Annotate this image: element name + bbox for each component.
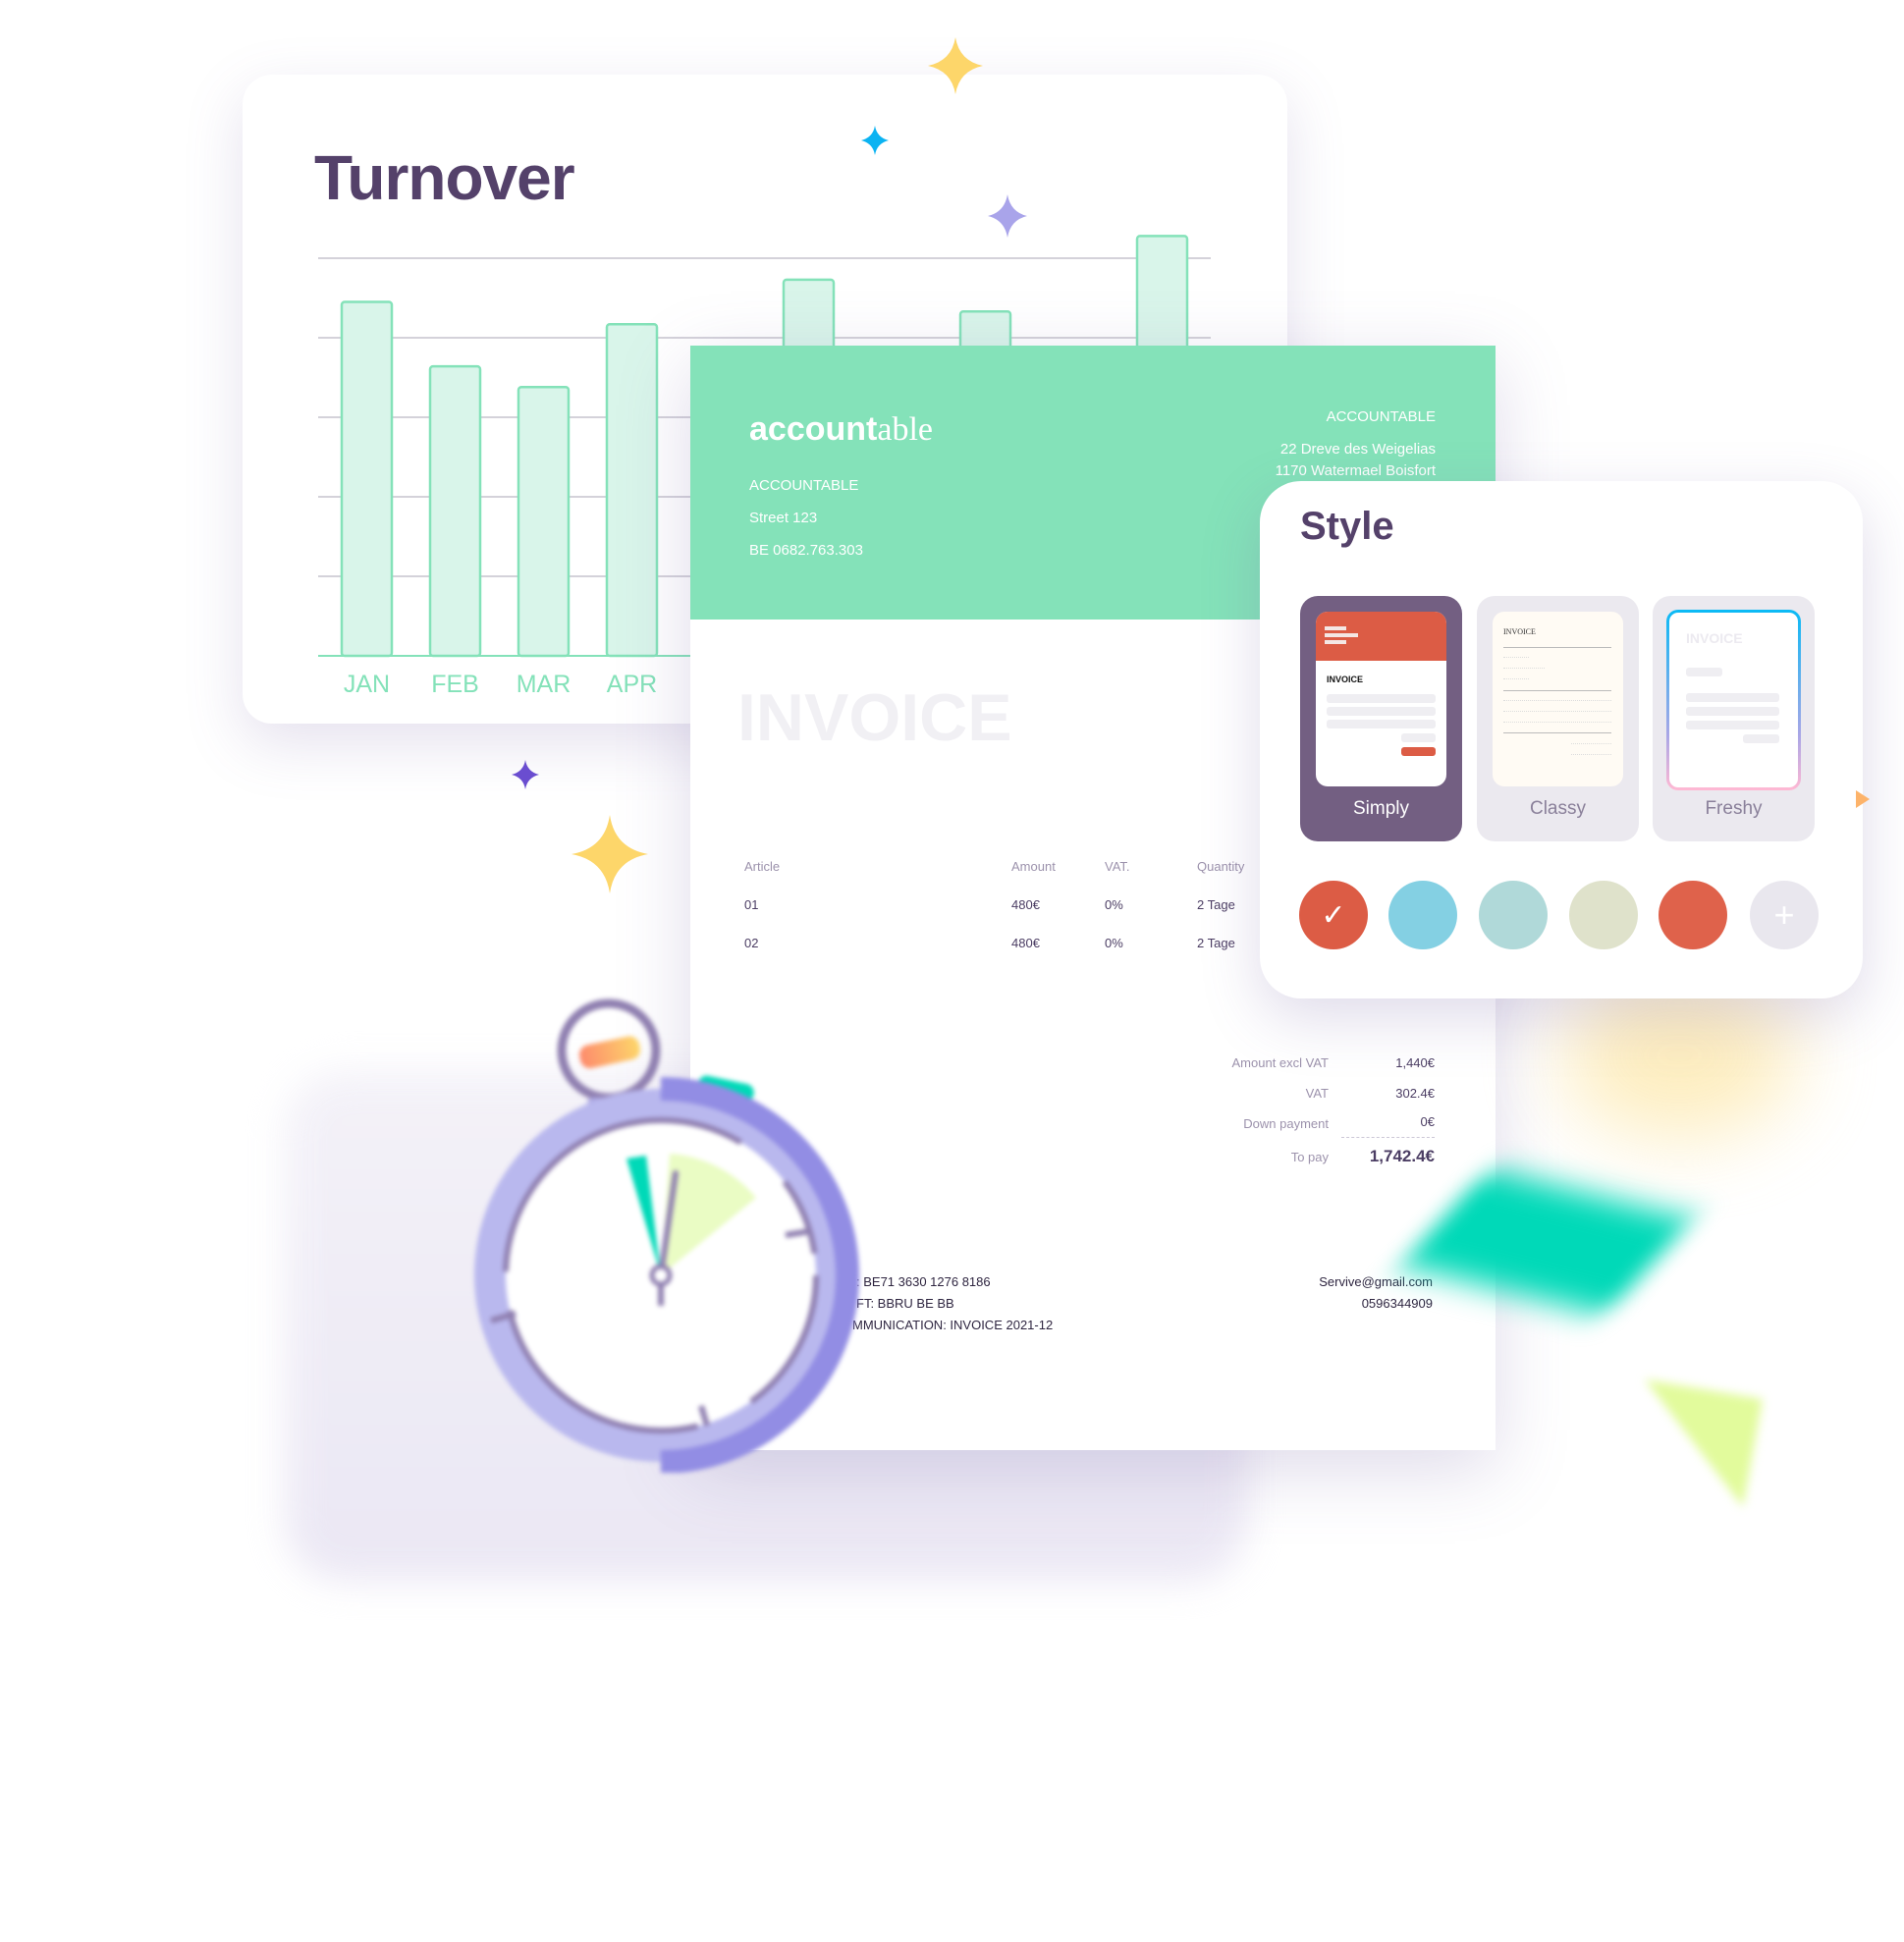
accountable-logo: accountable	[749, 410, 933, 448]
total-label: To pay	[1290, 1150, 1329, 1164]
total-value: 302.4€	[1395, 1086, 1435, 1101]
preview-title: INVOICE	[1327, 674, 1364, 684]
style-option-label: Freshy	[1705, 798, 1763, 819]
cell-vat: 0%	[1105, 936, 1123, 950]
color-swatch[interactable]	[1659, 881, 1727, 949]
add-color-button[interactable]: +	[1750, 881, 1819, 949]
style-option-label: Classy	[1529, 798, 1586, 819]
preview-title: INVOICE	[1686, 630, 1743, 646]
cell-quantity: 2 Tage	[1197, 897, 1235, 912]
classy-preview: INVOICE	[1493, 612, 1623, 786]
divider	[1341, 1137, 1435, 1138]
sender-street: Street 123	[749, 510, 818, 526]
style-option-classy[interactable]: INVOICE Classy	[1477, 596, 1639, 841]
style-title: Style	[1300, 505, 1394, 548]
style-option-freshy[interactable]: INVOICE Freshy	[1653, 596, 1815, 841]
cell-quantity: 2 Tage	[1197, 936, 1235, 950]
footer-phone: 0596344909	[1361, 1296, 1433, 1311]
cell-amount: 480€	[1011, 936, 1040, 950]
total-value: 1,440€	[1395, 1055, 1435, 1070]
total-label: Amount excl VAT	[1231, 1055, 1330, 1070]
total-label: VAT	[1305, 1086, 1329, 1101]
recipient-address-1: 22 Dreve des Weigelias	[1279, 441, 1436, 458]
total-value: 0€	[1420, 1114, 1435, 1129]
col-amount: Amount	[1011, 859, 1056, 874]
sparkle-icon	[1856, 790, 1870, 808]
sparkle-icon	[571, 815, 648, 893]
col-quantity: Quantity	[1197, 859, 1245, 874]
style-option-label: Simply	[1352, 798, 1409, 819]
sparkle-icon	[928, 37, 983, 94]
preview-title: INVOICE	[1503, 627, 1536, 636]
stopwatch-illustration	[474, 998, 860, 1473]
color-swatch[interactable]	[1479, 881, 1548, 949]
recipient-address-2: 1170 Watermael Boisfort	[1275, 462, 1436, 479]
color-swatch[interactable]	[1569, 881, 1638, 949]
recipient-name: ACCOUNTABLE	[1326, 408, 1436, 425]
turnover-title: Turnover	[314, 142, 575, 213]
invoice-title: INVOICE	[737, 680, 1012, 755]
sparkle-icon	[512, 760, 539, 789]
col-vat: VAT.	[1105, 859, 1130, 874]
sender-vat: BE 0682.763.303	[749, 542, 863, 559]
color-swatch-selected[interactable]: ✓	[1299, 881, 1368, 949]
to-pay-value: 1,742.4€	[1369, 1147, 1435, 1165]
sender-name: ACCOUNTABLE	[749, 477, 859, 494]
plus-icon: +	[1773, 894, 1795, 935]
cell-amount: 480€	[1011, 897, 1040, 912]
footer-iban: : BE71 3630 1276 8186	[856, 1274, 991, 1289]
freshy-preview: INVOICE	[1666, 610, 1801, 790]
cell-vat: 0%	[1105, 897, 1123, 912]
cell-article: 02	[744, 936, 759, 950]
cell-article: 01	[744, 897, 759, 912]
color-swatch[interactable]	[1388, 881, 1457, 949]
sparkle-icon	[988, 194, 1027, 238]
footer-email: Servive@gmail.com	[1319, 1274, 1433, 1289]
check-icon: ✓	[1321, 898, 1346, 932]
lime-triangle	[1645, 1379, 1763, 1507]
col-article: Article	[744, 859, 781, 874]
style-option-simply[interactable]: INVOICE Simply	[1300, 596, 1462, 841]
simply-preview: INVOICE	[1316, 612, 1446, 786]
style-panel: Style INVOICE Simply INVOICE Classy INVO…	[1260, 481, 1863, 998]
total-label: Down payment	[1243, 1116, 1329, 1131]
footer-communication: MMUNICATION: INVOICE 2021-12	[852, 1318, 1054, 1332]
sparkle-icon	[861, 126, 889, 155]
